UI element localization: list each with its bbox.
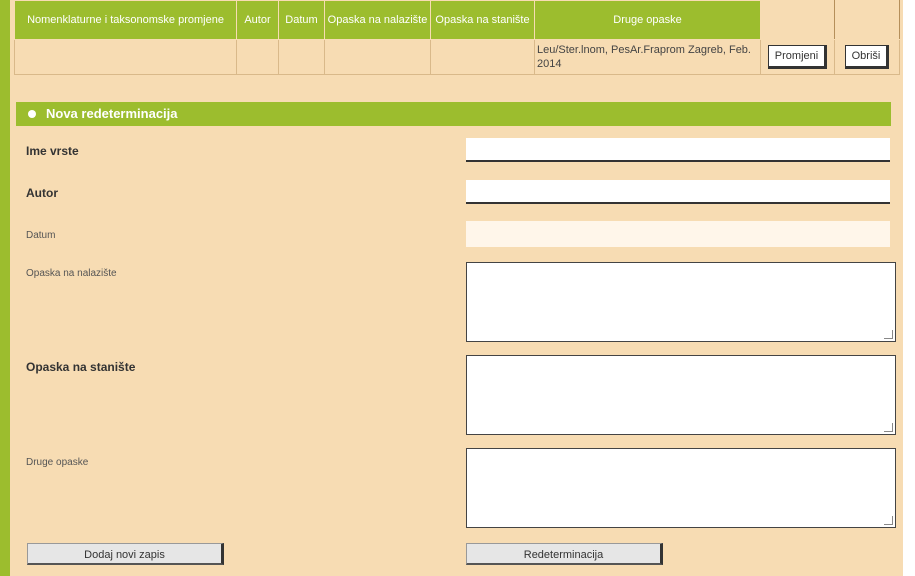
site-note-label: Opaska na nalazište (26, 268, 117, 279)
date-input[interactable] (466, 221, 890, 247)
edit-button[interactable]: Promjeni (767, 45, 828, 69)
delete-button[interactable]: Obriši (844, 45, 890, 69)
cell-other-notes: Leu/Ster.lnom, PesAr.Fraprom Zagreb, Feb… (534, 39, 761, 75)
cancel-button[interactable]: Redeterminacija (466, 543, 663, 565)
col-header-habitat-note: Opaska na stanište (430, 0, 535, 40)
other-notes-textarea[interactable] (466, 448, 896, 528)
bullet-icon (28, 110, 36, 118)
col-header-other-notes: Druge opaske (534, 0, 761, 40)
species-input[interactable] (466, 138, 890, 162)
redetermination-table: Nomenklaturne i taksonomske promjene Aut… (14, 0, 900, 75)
cell-date (278, 39, 325, 75)
cell-edit: Promjeni (760, 39, 835, 75)
site-note-textarea[interactable] (466, 262, 896, 342)
col-header-taxonomy: Nomenklaturne i taksonomske promjene (14, 0, 237, 40)
species-label: Ime vrste (26, 144, 79, 158)
habitat-note-textarea[interactable] (466, 355, 896, 435)
author-input[interactable] (466, 180, 890, 204)
cell-habitat-note (430, 39, 535, 75)
col-header-site-note: Opaska na nalazište (324, 0, 431, 40)
resize-grip-icon[interactable] (884, 516, 893, 525)
cell-author (236, 39, 279, 75)
resize-grip-icon[interactable] (884, 330, 893, 339)
resize-grip-icon[interactable] (884, 423, 893, 432)
page: Nomenklaturne i taksonomske promjene Aut… (0, 0, 915, 576)
section-title: Nova redeterminacija (46, 106, 178, 121)
author-label: Autor (26, 186, 58, 200)
left-accent-bar (0, 0, 10, 576)
table-row: Leu/Ster.lnom, PesAr.Fraprom Zagreb, Feb… (14, 39, 900, 75)
col-header-author: Autor (236, 0, 279, 40)
col-header-edit (760, 0, 835, 40)
cell-site-note (324, 39, 431, 75)
cell-taxonomy (14, 39, 237, 75)
col-header-date: Datum (278, 0, 325, 40)
habitat-note-label: Opaska na stanište (26, 360, 136, 374)
table-header-row: Nomenklaturne i taksonomske promjene Aut… (14, 0, 900, 40)
cell-delete: Obriši (834, 39, 900, 75)
date-label: Datum (26, 230, 56, 241)
col-header-delete (834, 0, 900, 40)
other-notes-label: Druge opaske (26, 457, 89, 468)
save-button[interactable]: Dodaj novi zapis (27, 543, 224, 565)
section-header: Nova redeterminacija (16, 102, 891, 126)
